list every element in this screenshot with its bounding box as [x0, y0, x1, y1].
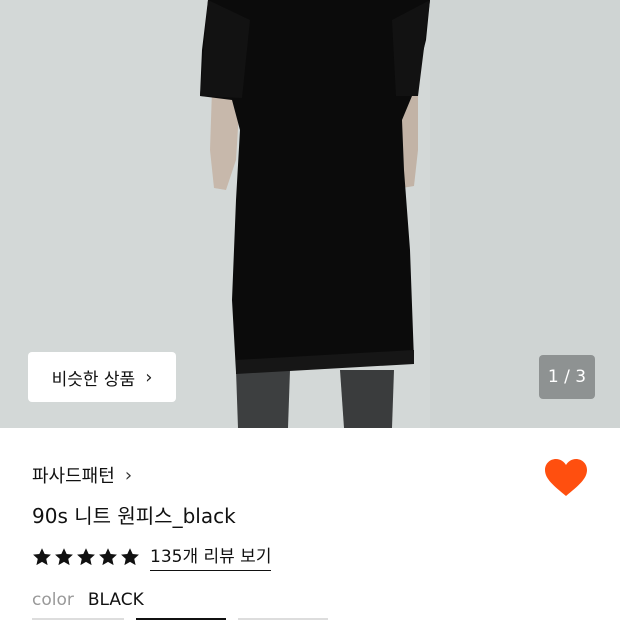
product-title: 90s 니트 원피스_black	[32, 504, 236, 528]
star-icon	[99, 547, 117, 565]
star-rating	[32, 547, 142, 567]
similar-products-button[interactable]: 비슷한 상품 ›	[28, 352, 176, 402]
similar-products-label: 비슷한 상품	[51, 369, 136, 390]
star-icon	[77, 547, 95, 565]
like-heart-icon[interactable]	[544, 458, 588, 498]
product-image-gallery[interactable]: 비슷한 상품 › 1 / 3	[0, 0, 620, 428]
color-row: color BLACK	[32, 590, 144, 610]
star-icon	[121, 547, 139, 565]
star-icon	[55, 547, 73, 565]
brand-name: 파사드패턴	[32, 466, 115, 487]
color-label: color	[32, 590, 74, 610]
brand-link[interactable]: 파사드패턴 ›	[32, 462, 132, 488]
chevron-right-icon: ›	[124, 464, 133, 486]
color-value: BLACK	[87, 590, 144, 610]
image-counter: 1 / 3	[539, 355, 595, 399]
star-icon	[33, 547, 51, 565]
chevron-right-icon: ›	[145, 366, 153, 388]
rating-row: 135개 리뷰 보기	[32, 542, 272, 571]
review-link[interactable]: 135개 리뷰 보기	[150, 542, 272, 571]
